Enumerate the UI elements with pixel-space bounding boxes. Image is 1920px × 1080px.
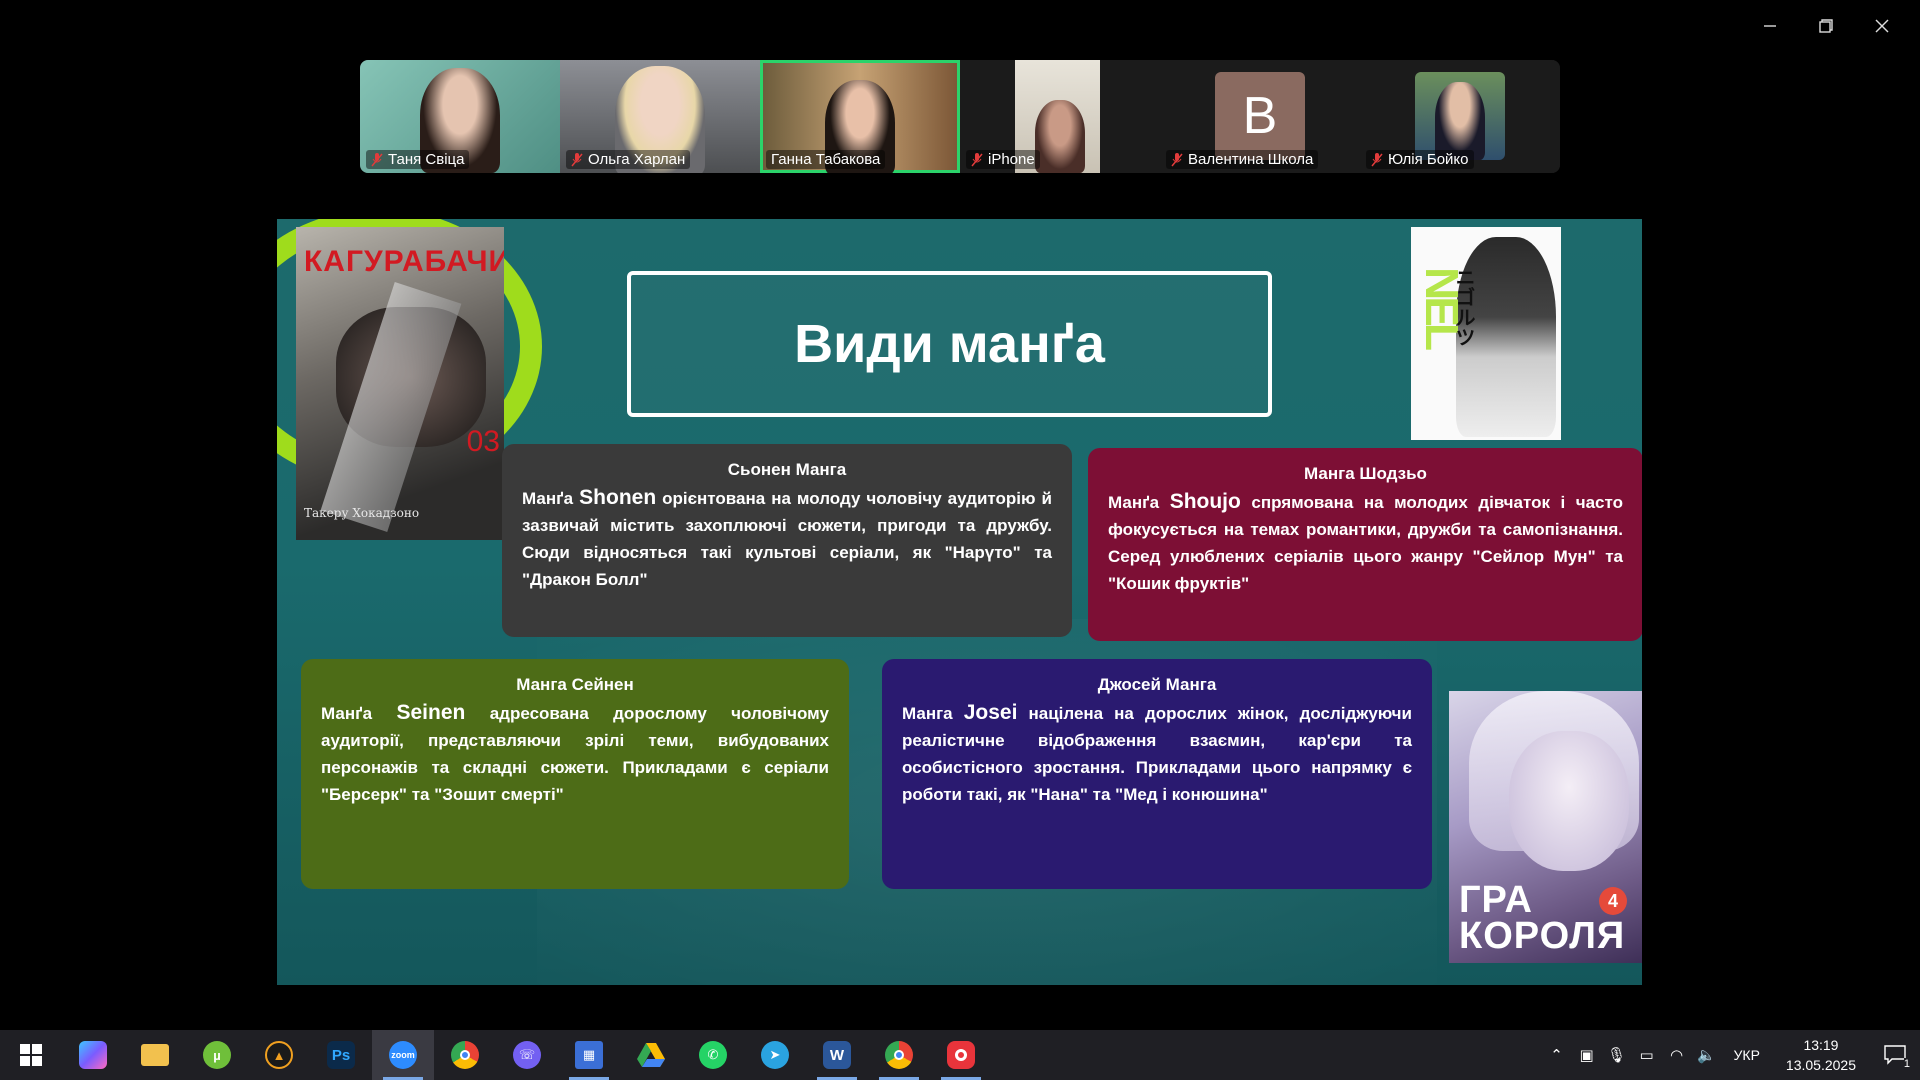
windows-logo-icon — [20, 1044, 42, 1066]
taskbar-whatsapp[interactable]: ✆ — [682, 1030, 744, 1080]
notification-count-badge: 1 — [1903, 1058, 1910, 1070]
volume-icon[interactable]: 🔈 — [1692, 1030, 1722, 1080]
photoshop-icon: Ps — [327, 1041, 355, 1069]
card-body: Манґа Seinen адресована дорослому чолові… — [321, 701, 829, 804]
card-shoujo: Манга Шодзьо Манґа Shoujo спрямована на … — [1088, 448, 1642, 641]
participant-name-tag: Ганна Табакова — [766, 150, 886, 169]
card-seinen: Манга Сейнен Манґа Seinen адресована дор… — [301, 659, 849, 889]
taskbar-screen-recorder[interactable] — [930, 1030, 992, 1080]
utorrent-icon: µ — [203, 1041, 231, 1069]
participant-name-tag: Ольга Харлан — [566, 150, 691, 169]
avatar: B — [1215, 72, 1305, 160]
taskbar-google-drive[interactable] — [620, 1030, 682, 1080]
mic-muted-icon — [1371, 152, 1383, 168]
mic-muted-icon — [571, 152, 583, 168]
telegram-icon: ➤ — [761, 1041, 789, 1069]
card-shonen: Сьонен Манга Манґа Shonen орієнтована на… — [502, 444, 1072, 637]
participant-name-tag: iPhone — [966, 150, 1040, 169]
taskbar-word[interactable]: W — [806, 1030, 868, 1080]
card-heading: Сьонен Манга — [727, 460, 847, 479]
participant-name-tag: Юлія Бойко — [1366, 150, 1474, 169]
system-tray: ⌃ ▣ 🎙 ▭ ◠ 🔈 УКР 13:19 13.05.2025 1 — [1542, 1030, 1920, 1080]
notification-center-button[interactable]: 1 — [1870, 1030, 1920, 1080]
chrome-profile-icon — [885, 1041, 913, 1069]
taskbar-chrome-profile[interactable] — [868, 1030, 930, 1080]
taskbar-chrome[interactable] — [434, 1030, 496, 1080]
card-body: Манґа Shoujo спрямована на молодих дівча… — [1108, 490, 1623, 593]
taskbar-aimp[interactable]: ▲ — [248, 1030, 310, 1080]
camera-icon[interactable]: ▣ — [1572, 1030, 1602, 1080]
wifi-icon[interactable]: ◠ — [1662, 1030, 1692, 1080]
participant-tile-active-speaker[interactable]: Ганна Табакова — [760, 60, 960, 173]
taskbar-telegram[interactable]: ➤ — [744, 1030, 806, 1080]
card-josei: Джосей Манга Манга Josei націлена на дор… — [882, 659, 1432, 889]
minimize-button[interactable] — [1742, 10, 1798, 42]
participant-name-tag: Таня Свіца — [366, 150, 470, 169]
chrome-icon — [451, 1041, 479, 1069]
avatar — [1415, 72, 1505, 160]
zoom-meeting-window: Таня Свіца Ольга Харлан Ганна Табакова i… — [0, 0, 1920, 1030]
manga-cover-gra-korolya: ГРА КОРОЛЯ 4 — [1449, 691, 1642, 963]
card-heading: Джосей Манга — [1097, 675, 1217, 694]
slide-title: Види манґа — [794, 314, 1105, 374]
taskbar-clock[interactable]: 13:19 13.05.2025 — [1772, 1035, 1870, 1075]
zoom-icon: zoom — [389, 1041, 417, 1069]
taskbar-photoshop[interactable]: Ps — [310, 1030, 372, 1080]
clock-date: 13.05.2025 — [1785, 1057, 1856, 1073]
mic-muted-icon — [371, 152, 383, 168]
manga-cover-kagurabachi: КАГУРАБАЧИ 03 Такеру Хокадзоно — [296, 227, 504, 540]
restore-button[interactable] — [1798, 10, 1854, 42]
folder-icon — [141, 1044, 169, 1066]
card-body: Манґа Shonen орієнтована на молоду чолов… — [522, 486, 1052, 589]
restore-icon — [1819, 19, 1833, 33]
word-icon: W — [823, 1041, 851, 1069]
presentation-slide: КАГУРАБАЧИ 03 Такеру Хокадзоно Види манґ… — [277, 219, 1642, 985]
windows-taskbar: µ ▲ Ps zoom ☏ ▦ ✆ ➤ W ⌃ ▣ 🎙 ▭ ◠ 🔈 УКР 13… — [0, 1030, 1920, 1080]
card-body: Манга Josei націлена на дорослих жінок, … — [902, 701, 1412, 804]
participant-name-tag: Валентина Школа — [1166, 150, 1319, 169]
taskbar-copilot[interactable] — [62, 1030, 124, 1080]
taskbar-save-app[interactable]: ▦ — [558, 1030, 620, 1080]
mic-muted-icon — [971, 152, 983, 168]
participant-tile[interactable]: iPhone — [960, 60, 1160, 173]
show-hidden-icons-chevron-up-icon[interactable]: ⌃ — [1542, 1030, 1572, 1080]
minimize-icon — [1764, 25, 1776, 27]
window-controls — [1742, 10, 1910, 42]
taskbar-zoom[interactable]: zoom — [372, 1030, 434, 1080]
card-heading: Манга Шодзьо — [1304, 464, 1427, 483]
viber-icon: ☏ — [513, 1041, 541, 1069]
participant-tile[interactable]: B Валентина Школа — [1160, 60, 1360, 173]
close-icon — [1875, 19, 1889, 33]
aimp-icon: ▲ — [265, 1041, 293, 1069]
input-language-indicator[interactable]: УКР — [1722, 1047, 1772, 1063]
copilot-icon — [79, 1041, 107, 1069]
taskbar-file-explorer[interactable] — [124, 1030, 186, 1080]
card-heading: Манга Сейнен — [516, 675, 634, 694]
battery-icon[interactable]: ▭ — [1632, 1030, 1662, 1080]
taskbar-viber[interactable]: ☏ — [496, 1030, 558, 1080]
participant-tile[interactable]: Таня Свіца — [360, 60, 560, 173]
clock-time: 13:19 — [1803, 1037, 1839, 1053]
whatsapp-icon: ✆ — [699, 1041, 727, 1069]
drive-icon — [637, 1043, 665, 1067]
recorder-icon — [947, 1041, 975, 1069]
participant-tile[interactable]: Юлія Бойко — [1360, 60, 1560, 173]
save-disk-icon: ▦ — [575, 1041, 603, 1069]
start-button[interactable] — [0, 1030, 62, 1080]
taskbar-utorrent[interactable]: µ — [186, 1030, 248, 1080]
microphone-icon[interactable]: 🎙 — [1602, 1030, 1632, 1080]
shared-screen: КАГУРАБАЧИ 03 Такеру Хокадзоно Види манґ… — [277, 177, 1642, 1029]
notification-icon — [1884, 1045, 1906, 1065]
mic-muted-icon — [1171, 152, 1183, 168]
close-button[interactable] — [1854, 10, 1910, 42]
participant-thumbnail-strip: Таня Свіца Ольга Харлан Ганна Табакова i… — [360, 60, 1560, 173]
slide-title-box: Види манґа — [627, 271, 1272, 417]
manga-cover-nel: NEL ニゴルツ — [1411, 227, 1561, 440]
participant-tile[interactable]: Ольга Харлан — [560, 60, 760, 173]
